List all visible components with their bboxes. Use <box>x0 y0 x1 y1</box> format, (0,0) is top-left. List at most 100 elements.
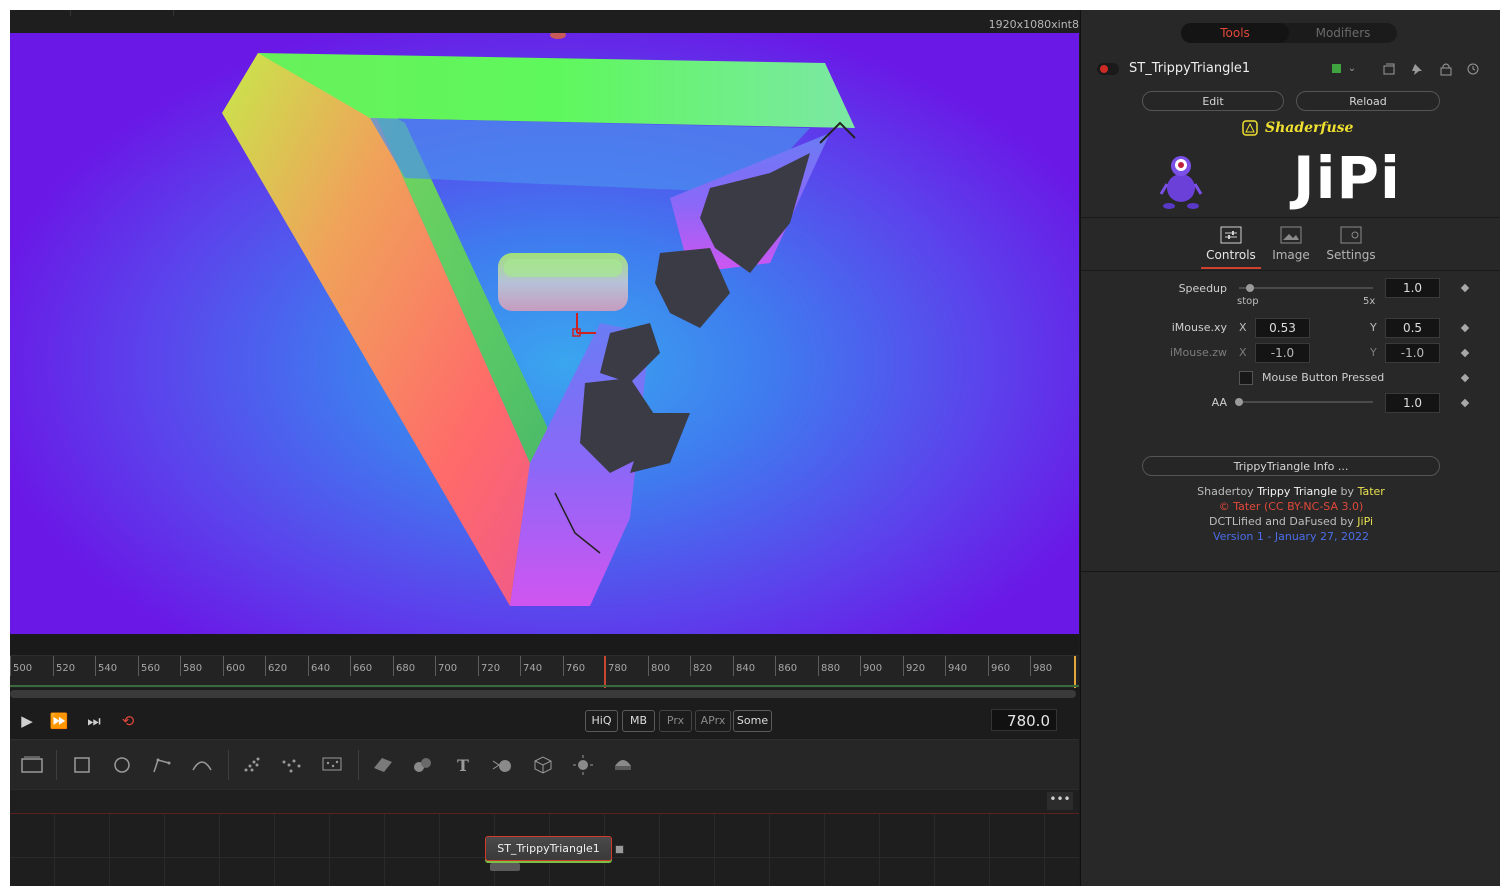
keyframe-icon[interactable] <box>1460 373 1470 383</box>
cache-bar <box>10 685 1079 687</box>
imouse-z-field[interactable]: -1.0 <box>1255 343 1310 363</box>
reload-button[interactable]: Reload <box>1296 91 1440 111</box>
fast-forward-icon[interactable]: ⏩ <box>48 711 70 731</box>
mascot-icon <box>1159 156 1203 209</box>
aa-slider[interactable] <box>1239 401 1373 403</box>
node-input-port[interactable] <box>490 863 520 871</box>
aa-slider-handle[interactable] <box>1235 398 1243 406</box>
merge-3d-icon[interactable] <box>410 752 436 778</box>
rendered-triangle <box>222 33 856 606</box>
polygon-mask-icon[interactable] <box>149 752 175 778</box>
ruler-label: 980 <box>1033 663 1053 674</box>
credit-author[interactable]: Tater <box>1358 485 1385 498</box>
auto-proxy-button[interactable]: APrx <box>695 710 731 732</box>
particle-render-icon[interactable] <box>279 752 305 778</box>
rectangle-mask-icon[interactable] <box>69 752 95 778</box>
image-plane-icon[interactable] <box>530 752 556 778</box>
tab-tools[interactable]: Tools <box>1181 23 1289 43</box>
credit-dctlified: DCTLified and DaFused by <box>1208 515 1358 528</box>
ruler-label: 740 <box>523 663 543 674</box>
ellipse-mask-icon[interactable] <box>109 752 135 778</box>
credit-license[interactable]: © Tater (CC BY-NC-SA 3.0) <box>1081 500 1500 513</box>
more-options-button[interactable]: ••• <box>1047 792 1073 810</box>
speedup-slider-handle[interactable] <box>1245 284 1254 292</box>
node-header[interactable]: ST_TrippyTriangle1 ⌄ <box>1081 56 1500 82</box>
keyframe-icon[interactable] <box>1460 348 1470 358</box>
mouse-button-checkbox[interactable] <box>1239 371 1253 385</box>
imouse-y-label: Y <box>1370 321 1377 334</box>
ruler-tick <box>265 656 266 676</box>
reset-icon[interactable] <box>1466 62 1480 76</box>
bspline-mask-icon[interactable] <box>189 752 215 778</box>
keyframe-icon[interactable] <box>1460 283 1470 293</box>
credit-shader-name[interactable]: Trippy Triangle <box>1257 485 1337 498</box>
fog-3d-icon[interactable] <box>570 752 596 778</box>
particle-emitter-icon[interactable] <box>240 752 266 778</box>
keyframe-icon[interactable] <box>1460 323 1470 333</box>
node-color-swatch[interactable] <box>1332 64 1341 73</box>
background-icon[interactable] <box>19 752 45 778</box>
ruler-label: 500 <box>13 663 33 674</box>
node-enable-toggle[interactable] <box>1097 63 1119 75</box>
shape-3d-icon[interactable] <box>370 752 396 778</box>
ruler-tick <box>435 656 436 676</box>
chevron-down-icon[interactable]: ⌄ <box>1345 62 1359 76</box>
aa-field[interactable]: 1.0 <box>1385 393 1440 413</box>
tab-settings[interactable]: Settings <box>1321 226 1381 262</box>
tab-image[interactable]: Image <box>1261 226 1321 262</box>
speedup-slider[interactable] <box>1239 287 1373 289</box>
ruler-label: 800 <box>651 663 671 674</box>
ruler-tick <box>903 656 904 676</box>
ruler-tick <box>138 656 139 676</box>
ruler-tick <box>775 656 776 676</box>
speedup-min-label: stop <box>1237 296 1259 307</box>
playhead[interactable] <box>604 656 606 688</box>
time-scrollbar[interactable] <box>10 690 1076 698</box>
lock-icon[interactable] <box>1439 62 1453 76</box>
imouse-xy-label: iMouse.xy <box>1171 321 1227 334</box>
credit-by: by <box>1337 485 1358 498</box>
loop-icon[interactable]: ⟲ <box>117 711 139 731</box>
viewer-image[interactable] <box>10 33 1079 634</box>
text-3d-icon[interactable]: T <box>450 752 476 778</box>
credit-jipi[interactable]: JiPi <box>1357 515 1373 528</box>
tab-modifiers[interactable]: Modifiers <box>1289 23 1397 43</box>
ruler-label: 620 <box>268 663 288 674</box>
fusion-app: 1920x1080xint8 500 520 540 560 580 600 6… <box>10 10 1500 886</box>
node-output-port[interactable] <box>615 845 624 854</box>
ruler-tick <box>520 656 521 676</box>
tab-controls-label: Controls <box>1206 248 1256 262</box>
proxy-button[interactable]: Prx <box>659 710 692 732</box>
keyframe-icon[interactable] <box>1460 398 1470 408</box>
hiq-button[interactable]: HiQ <box>585 710 618 732</box>
ruler-label: 520 <box>56 663 76 674</box>
imouse-x-field[interactable]: 0.53 <box>1255 318 1310 338</box>
pin-icon[interactable] <box>1410 62 1424 76</box>
imouse-w-field[interactable]: -1.0 <box>1385 343 1440 363</box>
imouse-y-field[interactable]: 0.5 <box>1385 318 1440 338</box>
ruler-label: 700 <box>438 663 458 674</box>
renderer-3d-icon[interactable] <box>490 752 516 778</box>
play-icon[interactable]: ▶ <box>16 711 38 731</box>
current-frame-field[interactable]: 780.0 <box>991 709 1057 731</box>
ruler-tick <box>563 656 564 676</box>
viewer-topbar: 1920x1080xint8 <box>10 10 1079 33</box>
render-end-marker[interactable] <box>1074 656 1076 688</box>
info-button[interactable]: TrippyTriangle Info ... <box>1142 456 1440 476</box>
node-flow[interactable]: ST_TrippyTriangle1 <box>10 813 1079 886</box>
particle-style-icon[interactable] <box>319 752 345 778</box>
selective-update-button[interactable]: Some <box>733 710 772 732</box>
versions-icon[interactable] <box>1382 62 1396 76</box>
tab-controls[interactable]: Controls <box>1201 226 1261 262</box>
mouse-button-label: Mouse Button Pressed <box>1262 371 1385 384</box>
time-ruler[interactable]: 500 520 540 560 580 600 620 640 660 680 700 720 740 7… <box>10 655 1079 688</box>
ruler-label: 580 <box>183 663 203 674</box>
motion-blur-button[interactable]: MB <box>622 710 655 732</box>
skip-to-end-icon[interactable]: ⏭ <box>83 711 105 731</box>
speedup-field[interactable]: 1.0 <box>1385 278 1440 298</box>
camera-3d-icon[interactable] <box>610 752 636 778</box>
tab-settings-label: Settings <box>1326 248 1376 262</box>
ruler-label: 840 <box>736 663 756 674</box>
flow-node[interactable]: ST_TrippyTriangle1 <box>485 836 612 861</box>
edit-button[interactable]: Edit <box>1142 91 1284 111</box>
